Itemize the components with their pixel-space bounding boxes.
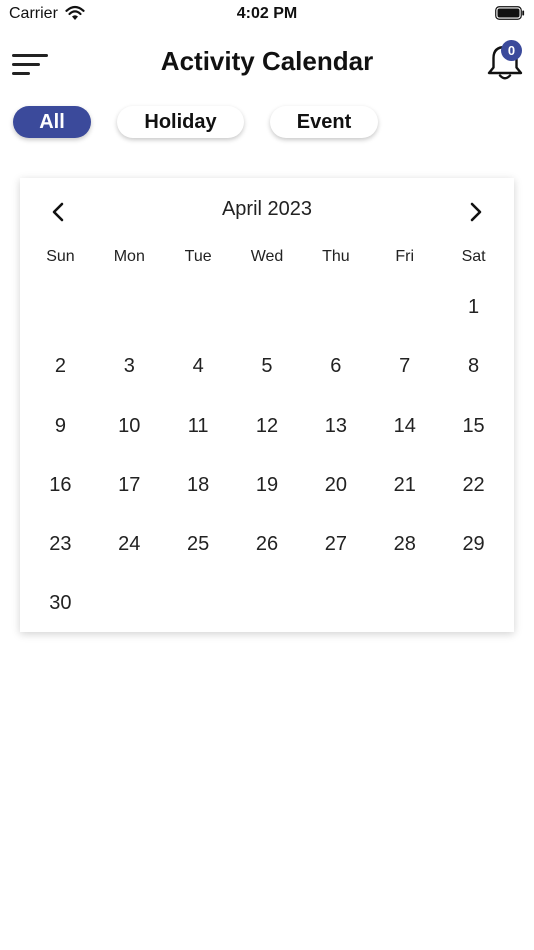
calendar-day[interactable]: 21 [370,456,439,515]
weekday-wed: Wed [250,248,284,265]
calendar-day[interactable]: 28 [370,515,439,574]
app-header: Activity Calendar [0,40,534,84]
filter-chip-event[interactable]: Event [270,106,378,138]
calendar-day[interactable]: 5 [233,337,302,396]
calendar-header: April 2023 [20,178,514,242]
calendar-day-empty [439,574,508,633]
status-time: 4:02 PM [236,5,298,22]
calendar-day[interactable]: 15 [439,397,508,456]
calendar-day[interactable]: 11 [164,397,233,456]
calendar-day[interactable]: 2 [26,337,95,396]
page-title: Activity Calendar [160,46,374,76]
calendar-day[interactable]: 22 [439,456,508,515]
calendar-day[interactable]: 7 [370,337,439,396]
calendar-day[interactable]: 24 [95,515,164,574]
month-label: April 2023 [221,198,313,220]
weekday-sun: Sun [46,248,75,265]
calendar-day-empty [301,574,370,633]
weekday-sat: Sat [461,248,486,265]
calendar-day[interactable]: 25 [164,515,233,574]
calendar-day-empty [95,574,164,633]
calendar-day-empty [95,278,164,337]
calendar-day-empty [301,278,370,337]
calendar-day[interactable]: 8 [439,337,508,396]
filter-chips: All Holiday Event [0,106,534,140]
filter-chip-holiday[interactable]: Holiday [117,106,244,138]
calendar-day[interactable]: 1 [439,278,508,337]
battery-icon [495,6,525,20]
weekday-mon: Mon [113,248,145,265]
calendar-day[interactable]: 4 [164,337,233,396]
weekday-thu: Thu [322,248,350,265]
calendar-day[interactable]: 17 [95,456,164,515]
calendar-day-empty [26,278,95,337]
calendar-day[interactable]: 27 [301,515,370,574]
calendar-day[interactable]: 12 [233,397,302,456]
calendar-card: April 2023 Sun Mon Tue Wed Thu Fri Sat 1… [20,178,514,632]
weekday-row: Sun Mon Tue Wed Thu Fri Sat [26,248,508,268]
filter-chip-all[interactable]: All [13,106,91,138]
weekday-tue: Tue [184,248,212,265]
calendar-day[interactable]: 23 [26,515,95,574]
calendar-day[interactable]: 29 [439,515,508,574]
calendar-day[interactable]: 20 [301,456,370,515]
calendar-day-empty [164,278,233,337]
notification-badge: 0 [501,40,522,61]
status-bar: Carrier 4:02 PM [0,0,534,28]
calendar-day-empty [164,574,233,633]
calendar-day-empty [370,278,439,337]
calendar-day[interactable]: 18 [164,456,233,515]
calendar-days-grid: 1 2 3 4 5 6 7 8 9 10 11 12 13 14 15 16 17 18 19 20 21 22 23 24 2… [26,278,508,634]
chevron-right-icon[interactable] [460,196,492,228]
calendar-day[interactable]: 3 [95,337,164,396]
calendar-day[interactable]: 6 [301,337,370,396]
calendar-day[interactable]: 14 [370,397,439,456]
weekday-fri: Fri [395,248,415,265]
calendar-day-empty [370,574,439,633]
calendar-day[interactable]: 13 [301,397,370,456]
calendar-day[interactable]: 19 [233,456,302,515]
calendar-day-empty [233,278,302,337]
calendar-day[interactable]: 16 [26,456,95,515]
calendar-day[interactable]: 9 [26,397,95,456]
calendar-day[interactable]: 10 [95,397,164,456]
calendar-day-empty [233,574,302,633]
calendar-day[interactable]: 30 [26,574,95,633]
calendar-day[interactable]: 26 [233,515,302,574]
